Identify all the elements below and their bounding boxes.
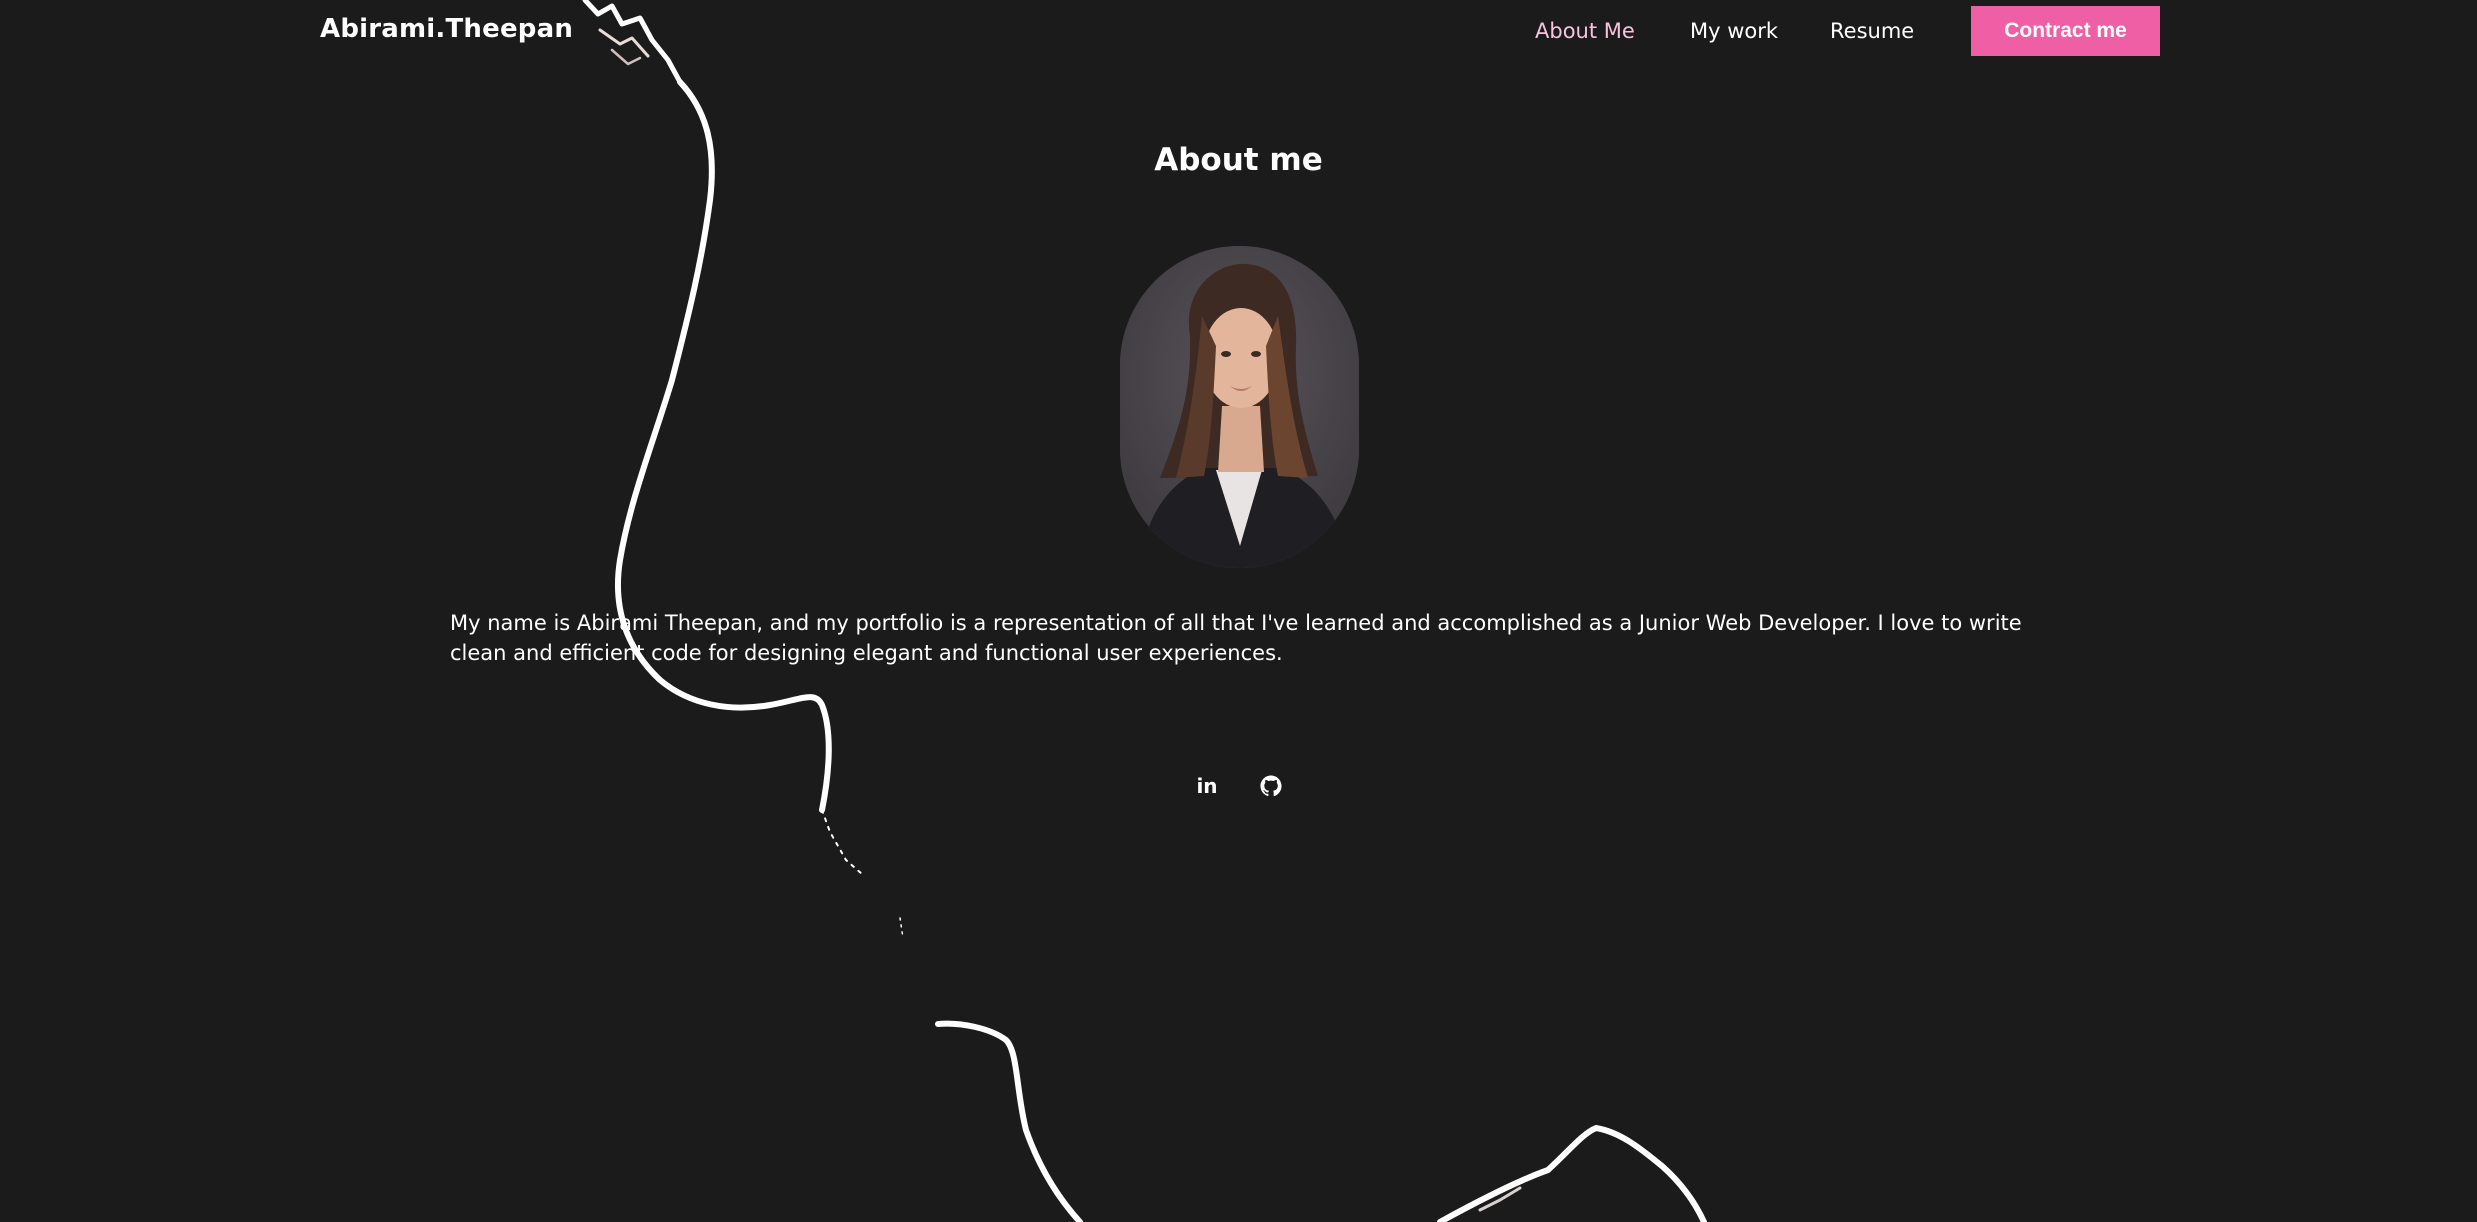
contact-button[interactable]: Contract me [1971, 6, 2160, 56]
github-link[interactable] [1255, 770, 1287, 802]
bio-text: My name is Abirami Theepan, and my portf… [450, 611, 2022, 665]
nav-link-resume[interactable]: Resume [1830, 19, 1914, 43]
section-title: About me [1154, 142, 1323, 178]
github-icon [1260, 775, 1282, 797]
top-navbar: Abirami.Theepan About Me My work Resume … [0, 0, 2477, 62]
linkedin-icon: in [1196, 774, 1218, 798]
page: Abirami.Theepan About Me My work Resume … [0, 0, 2477, 1222]
brand-logo[interactable]: Abirami.Theepan [320, 14, 573, 44]
nav-link-my-work[interactable]: My work [1690, 19, 1778, 43]
profile-photo [1120, 246, 1359, 568]
linkedin-link[interactable]: in [1191, 770, 1223, 802]
nav-link-about-me[interactable]: About Me [1535, 19, 1635, 43]
